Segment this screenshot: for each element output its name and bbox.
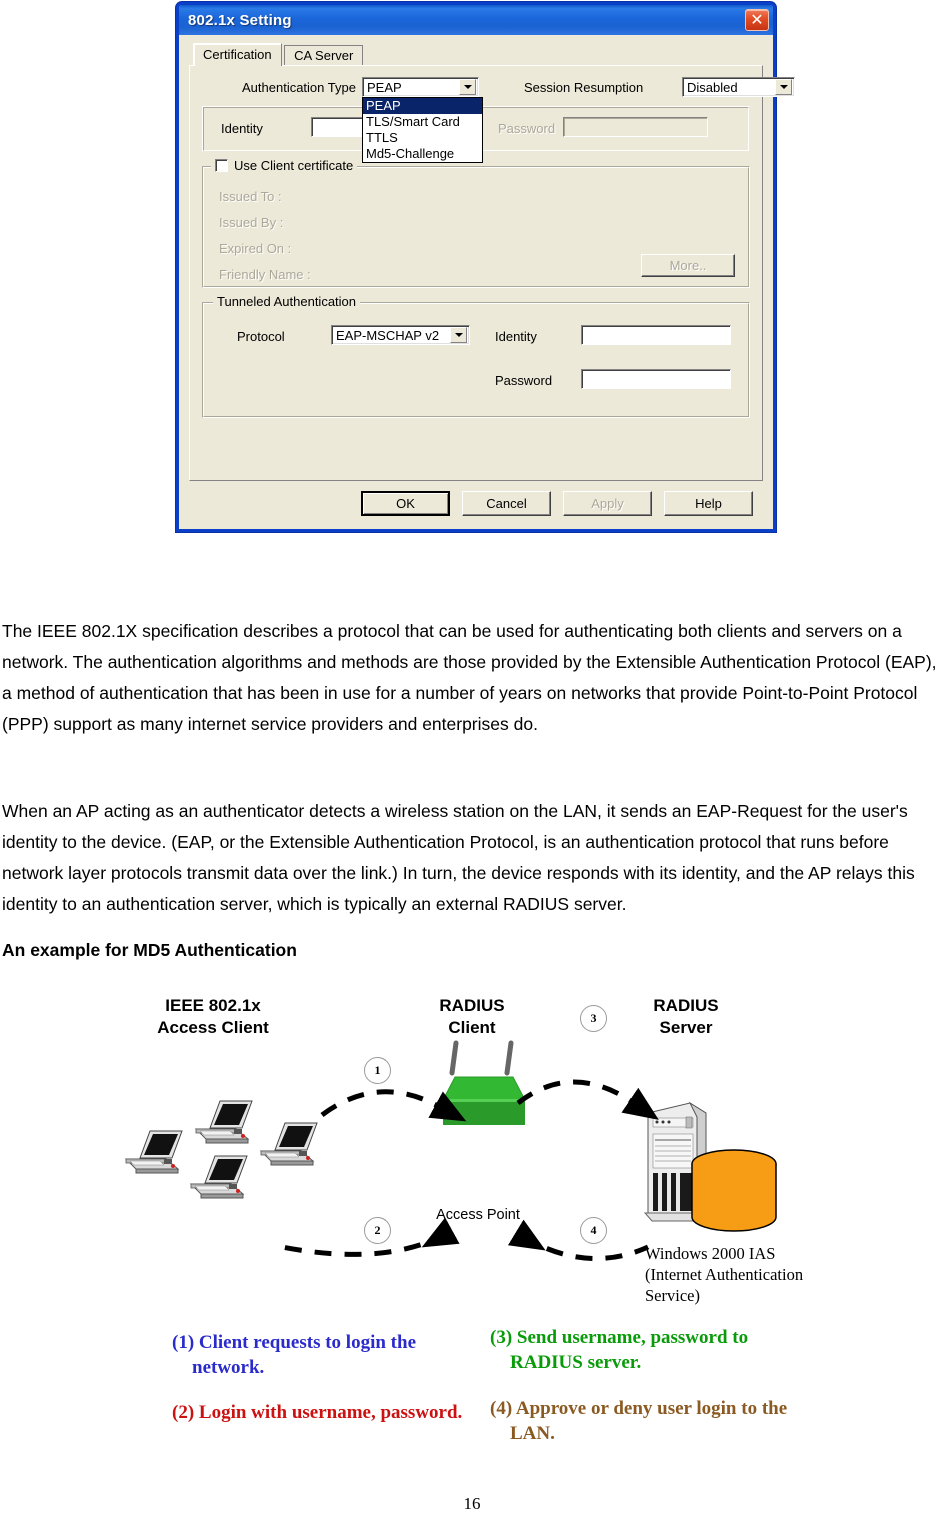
- client-certificate-group: Use Client certificate Issued To : Issue…: [202, 158, 750, 288]
- page-number: 16: [463, 1494, 481, 1513]
- protocol-label: Protocol: [237, 329, 285, 344]
- chevron-down-icon[interactable]: [459, 79, 476, 95]
- chevron-down-icon[interactable]: [450, 327, 467, 343]
- dropdown-option-peap[interactable]: PEAP: [363, 98, 482, 114]
- caption-2-text: Login with username, password.: [198, 1402, 463, 1423]
- arrow-step-3: [516, 1079, 659, 1120]
- caption-3-number: (3): [490, 1327, 513, 1348]
- use-client-certificate-checkbox[interactable]: [215, 159, 228, 172]
- session-resumption-value: Disabled: [687, 79, 738, 95]
- ias-line2: (Internet Authentication: [645, 1265, 804, 1284]
- chevron-down-icon[interactable]: [775, 79, 792, 95]
- protocol-value: EAP-MSCHAP v2: [336, 327, 440, 343]
- tunneled-identity-input[interactable]: [581, 325, 731, 345]
- caption-1-text: Client requests to login the network.: [192, 1332, 416, 1378]
- laptop-icon: [260, 1122, 318, 1166]
- tab-ca-server[interactable]: CA Server: [284, 45, 364, 66]
- laptop-icon: [195, 1100, 253, 1144]
- identity-label: Identity: [221, 121, 263, 136]
- caption-4-text: Approve or deny user login to the LAN.: [510, 1398, 788, 1444]
- apply-button: Apply: [563, 491, 652, 516]
- laptop-icon: [190, 1155, 248, 1199]
- more-button: More..: [641, 254, 735, 277]
- tab-panel-certification: Authentication Type PEAP Session Resumpt…: [189, 65, 795, 481]
- page-heading-md5-example: An example for MD5 Authentication: [2, 940, 297, 960]
- dialog-body: Certification CA Server Authentication T…: [179, 35, 795, 529]
- tab-certification[interactable]: Certification: [193, 43, 282, 66]
- caption-step-1: (1) Client requests to login the network…: [172, 1330, 472, 1380]
- dropdown-option-tls-smart-card[interactable]: TLS/Smart Card: [363, 114, 482, 130]
- label-access-point: Access Point: [436, 1207, 520, 1223]
- password-label: Password: [498, 121, 556, 136]
- use-client-certificate-header: Use Client certificate: [211, 158, 358, 173]
- caption-2-number: (2): [172, 1402, 195, 1423]
- caption-step-3: (3) Send username, password to RADIUS se…: [490, 1325, 810, 1375]
- authentication-type-dropdown-list[interactable]: PEAP TLS/Smart Card TTLS Md5-Challenge: [362, 97, 483, 163]
- authentication-type-label: Authentication Type: [242, 80, 356, 95]
- dialog-802-1x-setting: 802.1x Setting ✕ Certification CA Server…: [176, 2, 795, 532]
- protocol-combobox[interactable]: EAP-MSCHAP v2: [331, 325, 470, 345]
- use-client-certificate-label: Use Client certificate: [234, 158, 354, 173]
- radius-server-icon: [643, 1101, 777, 1232]
- step-marker-2: 2: [364, 1217, 391, 1244]
- dialog-titlebar[interactable]: 802.1x Setting ✕: [179, 5, 773, 35]
- password-input: [563, 117, 708, 137]
- paragraph-ap-authenticator: When an AP acting as an authenticator de…: [2, 800, 915, 914]
- ias-line3: Service): [645, 1286, 700, 1305]
- tunneled-authentication-label: Tunneled Authentication: [213, 294, 361, 309]
- tunneled-identity-label: Identity: [495, 329, 537, 344]
- caption-1-number: (1): [172, 1332, 195, 1353]
- step-marker-1: 1: [364, 1057, 391, 1084]
- ok-button[interactable]: OK: [361, 491, 450, 516]
- issued-to-label: Issued To :: [219, 189, 282, 204]
- laptop-icon: [125, 1130, 183, 1174]
- step-marker-3: 3: [580, 1005, 607, 1032]
- cancel-button[interactable]: Cancel: [462, 491, 551, 516]
- caption-step-4: (4) Approve or deny user login to the LA…: [490, 1396, 810, 1446]
- arrow-step-1: [320, 1089, 467, 1122]
- issued-by-label: Issued By :: [219, 215, 284, 230]
- tab-strip: Certification CA Server: [189, 43, 763, 66]
- auth-row: Authentication Type PEAP Session Resumpt…: [202, 76, 795, 163]
- session-resumption-label: Session Resumption: [524, 80, 644, 95]
- caption-4-number: (4): [490, 1398, 513, 1419]
- friendly-name-label: Friendly Name :: [219, 267, 311, 282]
- step-marker-4: 4: [580, 1217, 607, 1244]
- md5-authentication-diagram: IEEE 802.1x Access Client RADIUS Client …: [0, 995, 944, 1325]
- help-button[interactable]: Help: [664, 491, 753, 516]
- dialog-title: 802.1x Setting: [188, 11, 292, 29]
- ias-line1: Windows 2000 IAS: [645, 1244, 776, 1263]
- dropdown-option-md5-challenge[interactable]: Md5-Challenge: [363, 146, 482, 162]
- authentication-type-value: PEAP: [367, 79, 402, 95]
- close-icon[interactable]: ✕: [745, 9, 769, 31]
- label-windows-2000-ias: Windows 2000 IAS (Internet Authenticatio…: [645, 1243, 915, 1306]
- caption-3-text: Send username, password to RADIUS server…: [510, 1327, 749, 1373]
- caption-step-2: (2) Login with username, password.: [172, 1400, 472, 1425]
- tunneled-password-input[interactable]: [581, 369, 731, 389]
- access-point-icon: [442, 1040, 526, 1125]
- dropdown-option-ttls[interactable]: TTLS: [363, 130, 482, 146]
- expired-on-label: Expired On :: [219, 241, 292, 256]
- paragraph-ieee-spec: The IEEE 802.1X specification describes …: [2, 620, 937, 734]
- tunneled-authentication-group: Tunneled Authentication Protocol EAP-MSC…: [202, 294, 750, 418]
- dialog-button-row: OK Cancel Apply Help: [189, 491, 763, 517]
- authentication-type-combobox[interactable]: PEAP: [362, 77, 479, 97]
- tunneled-password-label: Password: [495, 373, 553, 388]
- session-resumption-combobox[interactable]: Disabled: [682, 77, 795, 97]
